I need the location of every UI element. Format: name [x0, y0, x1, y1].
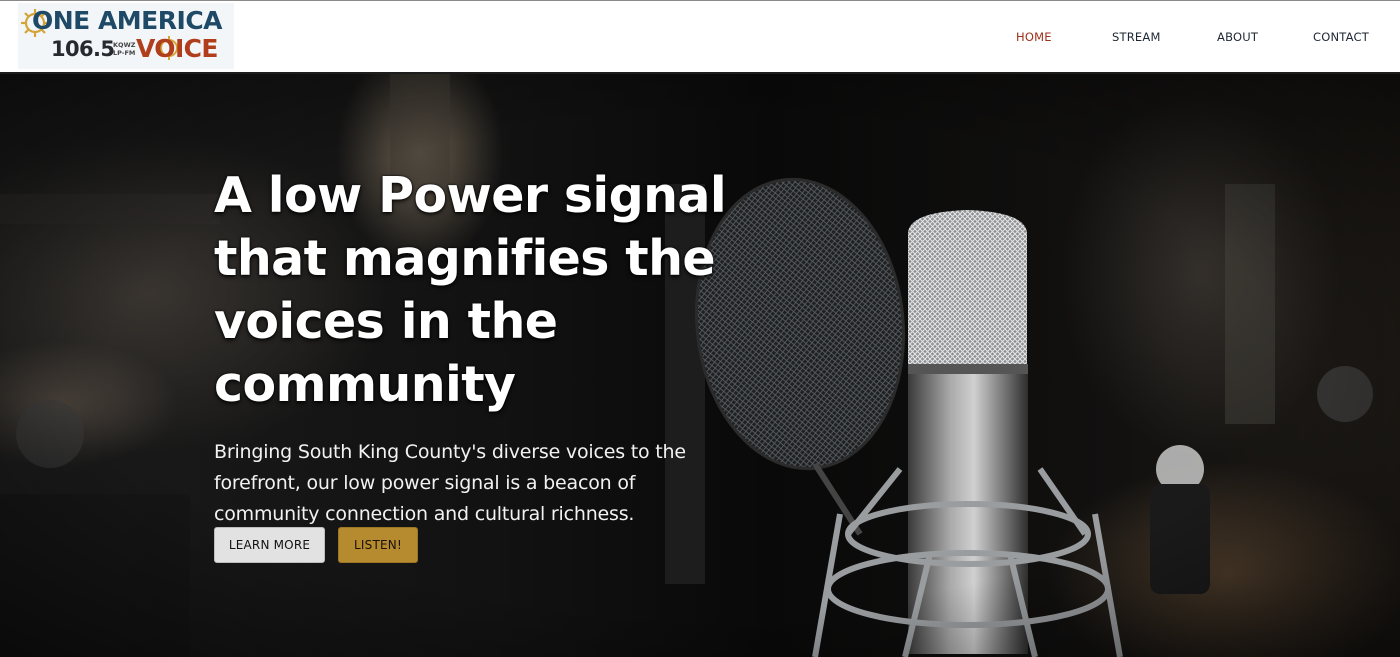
nav-home-link[interactable]: HOME [1016, 30, 1052, 44]
nav-contact-link[interactable]: CONTACT [1313, 30, 1369, 44]
hero-subtext: Bringing South King County's diverse voi… [214, 441, 686, 525]
nav-stream-link[interactable]: STREAM [1112, 30, 1161, 44]
hero-headline: A low Power signal that magnifies the vo… [214, 167, 727, 413]
site-header: ONE AMERICA 106.5 KQWZ LP-FM VOICE HOME … [0, 0, 1400, 74]
listen-button[interactable]: LISTEN! [338, 527, 418, 563]
learn-more-button[interactable]: LEARN MORE [214, 527, 325, 563]
logo-callsign-bottom: LP-FM [113, 49, 136, 57]
hero-section: A low Power signal that magnifies the vo… [0, 74, 1400, 657]
main-nav: HOME STREAM ABOUT CONTACT [0, 30, 1400, 46]
nav-about-link[interactable]: ABOUT [1217, 30, 1258, 44]
